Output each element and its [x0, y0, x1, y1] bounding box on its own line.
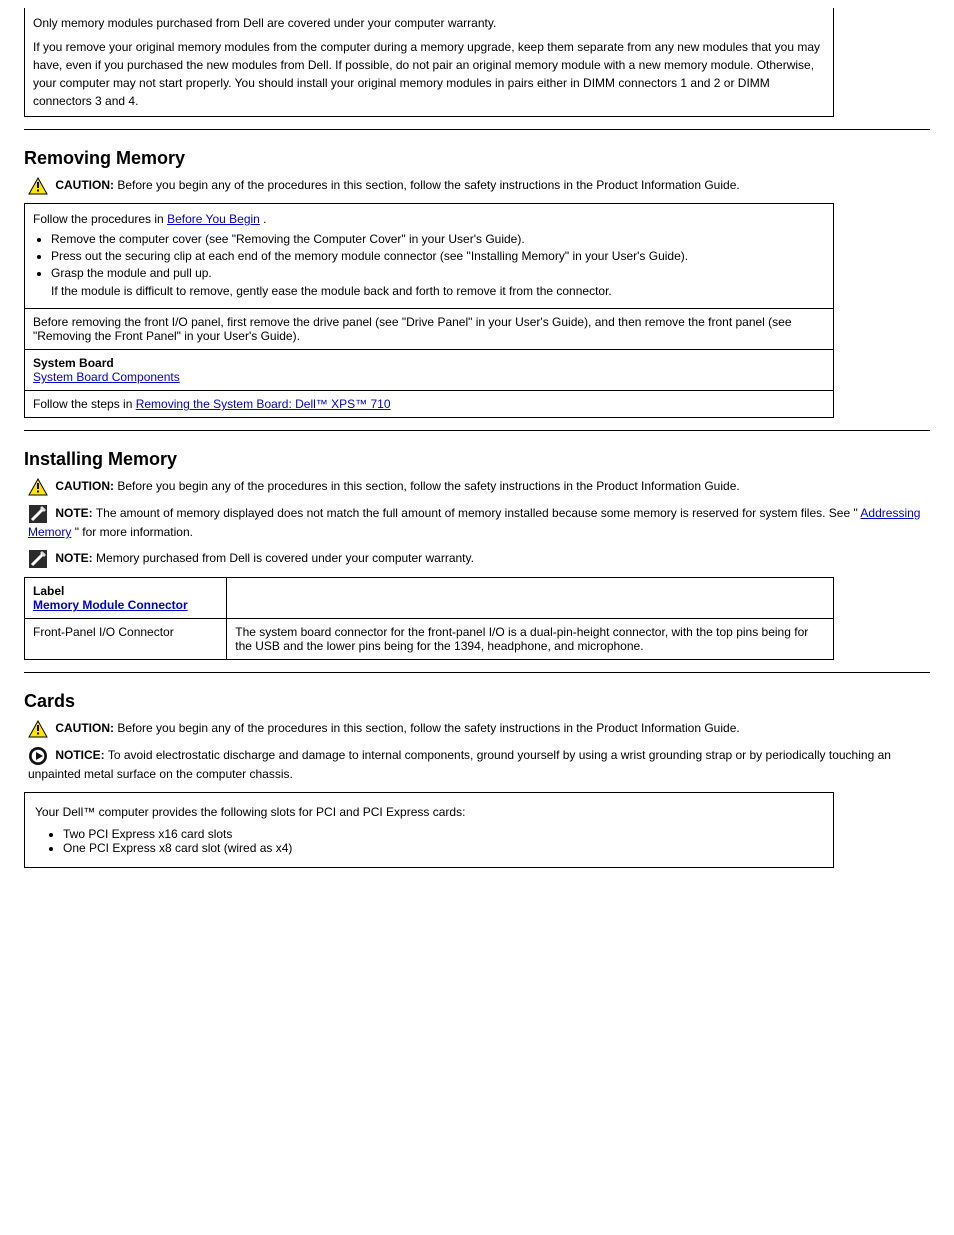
before-you-begin-link[interactable]: Before You Begin [167, 212, 260, 226]
caution-text: Before you begin any of the procedures i… [117, 479, 739, 493]
mem-table-r1-c2: The system board connector for the front… [227, 619, 834, 660]
list-item: Press out the securing clip at each end … [51, 249, 825, 263]
heading-removing-memory: Removing Memory [24, 148, 930, 169]
caution-icon [28, 478, 48, 496]
removing-system-board-link[interactable]: Removing the System Board: Dell™ XPS™ 71… [136, 397, 391, 411]
note-icon [28, 549, 48, 569]
section-divider [24, 430, 930, 431]
note-2: NOTE: Memory purchased from Dell is cove… [28, 549, 930, 569]
caution-cards: CAUTION: Before you begin any of the pro… [28, 720, 930, 738]
remove-memory-table: Follow the procedures in Before You Begi… [24, 203, 834, 418]
list-item: Remove the computer cover (see "Removing… [51, 232, 825, 246]
caution-label: CAUTION: [55, 722, 114, 736]
caution-label: CAUTION: [55, 479, 114, 493]
top-note-box: Only memory modules purchased from Dell … [24, 8, 834, 117]
caution-label: CAUTION: [55, 178, 114, 192]
remove-row-2: Before removing the front I/O panel, fir… [25, 309, 834, 350]
memory-module-connector-link[interactable]: Memory Module Connector [33, 598, 188, 612]
note-1: NOTE: The amount of memory displayed doe… [28, 504, 930, 541]
section-divider [24, 129, 930, 130]
notice-cards: NOTICE: To avoid electrostatic discharge… [28, 746, 930, 783]
remove-row-3: System Board System Board Components [25, 350, 834, 391]
system-board-components-link[interactable]: System Board Components [33, 370, 180, 384]
list-item: Grasp the module and pull up. If the mod… [51, 266, 825, 298]
topbox-text-2: If you remove your original memory modul… [33, 38, 825, 110]
remove-steps-intro: Follow the procedures in Before You Begi… [33, 212, 267, 226]
heading-cards: Cards [24, 691, 930, 712]
note-text: The amount of memory displayed does not … [96, 506, 858, 520]
cards-box-intro: Your Dell™ computer provides the followi… [35, 803, 823, 821]
remove-row-4: Follow the steps in Removing the System … [25, 391, 834, 418]
caution-icon [28, 177, 48, 195]
list-item: One PCI Express x8 card slot (wired as x… [63, 841, 823, 855]
section-divider [24, 672, 930, 673]
notice-label: NOTICE: [55, 749, 104, 763]
mem-table-head-empty [227, 578, 834, 619]
caution-icon [28, 720, 48, 738]
note-label: NOTE: [55, 552, 92, 566]
mem-table-r1-c1: Front-Panel I/O Connector [25, 619, 227, 660]
notice-text: To avoid electrostatic discharge and dam… [28, 749, 891, 782]
heading-installing-memory: Installing Memory [24, 449, 930, 470]
cards-slots-box: Your Dell™ computer provides the followi… [24, 792, 834, 868]
remove-steps-cell: Follow the procedures in Before You Begi… [25, 204, 834, 309]
system-board-label: System Board [33, 356, 114, 370]
caution-text: Before you begin any of the procedures i… [117, 178, 739, 192]
list-item: Two PCI Express x16 card slots [63, 827, 823, 841]
memory-connector-table: Label Memory Module Connector Front-Pane… [24, 577, 834, 660]
note-label: NOTE: [55, 506, 92, 520]
remove-steps-list: Remove the computer cover (see "Removing… [51, 232, 825, 298]
caution-text: Before you begin any of the procedures i… [117, 722, 739, 736]
notice-icon [28, 746, 48, 766]
cards-slots-list: Two PCI Express x16 card slots One PCI E… [63, 827, 823, 855]
topbox-text-1: Only memory modules purchased from Dell … [33, 14, 825, 32]
mem-table-head-label: Label Memory Module Connector [25, 578, 227, 619]
note-text: Memory purchased from Dell is covered un… [96, 552, 474, 566]
caution-installing-memory: CAUTION: Before you begin any of the pro… [28, 478, 930, 496]
note-icon [28, 504, 48, 524]
caution-removing-memory: CAUTION: Before you begin any of the pro… [28, 177, 930, 195]
